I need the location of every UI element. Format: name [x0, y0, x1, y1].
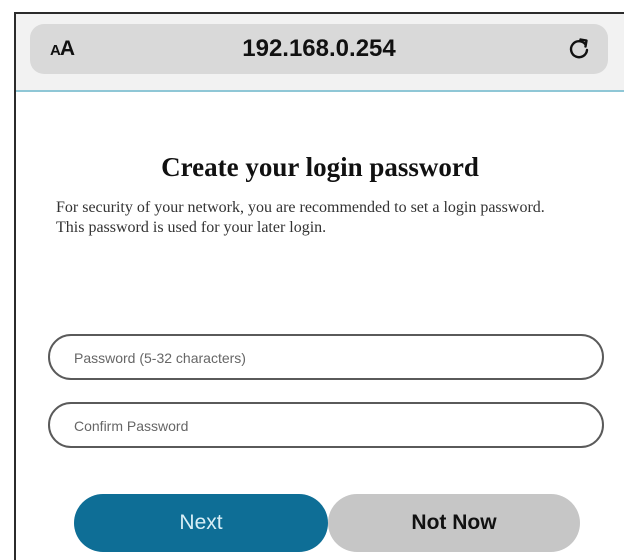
confirm-password-field[interactable]: [48, 402, 604, 448]
browser-toolbar: AA 192.168.0.254: [16, 14, 624, 92]
description-line-1: For security of your network, you are re…: [56, 199, 545, 216]
confirm-password-input[interactable]: [72, 404, 576, 448]
description: For security of your network, you are re…: [56, 198, 596, 238]
browser-window: AA 192.168.0.254 Create your login passw…: [14, 12, 624, 560]
not-now-button[interactable]: Not Now: [328, 494, 580, 552]
page-content: Create your login password For security …: [16, 92, 624, 560]
reload-icon[interactable]: [566, 36, 592, 62]
password-input[interactable]: [72, 336, 576, 380]
url-text[interactable]: 192.168.0.254: [30, 35, 608, 63]
description-line-2: This password is used for your later log…: [56, 219, 327, 236]
next-button[interactable]: Next: [74, 494, 328, 552]
password-field[interactable]: [48, 334, 604, 380]
page-title: Create your login password: [161, 152, 479, 182]
address-bar[interactable]: AA 192.168.0.254: [30, 24, 608, 74]
